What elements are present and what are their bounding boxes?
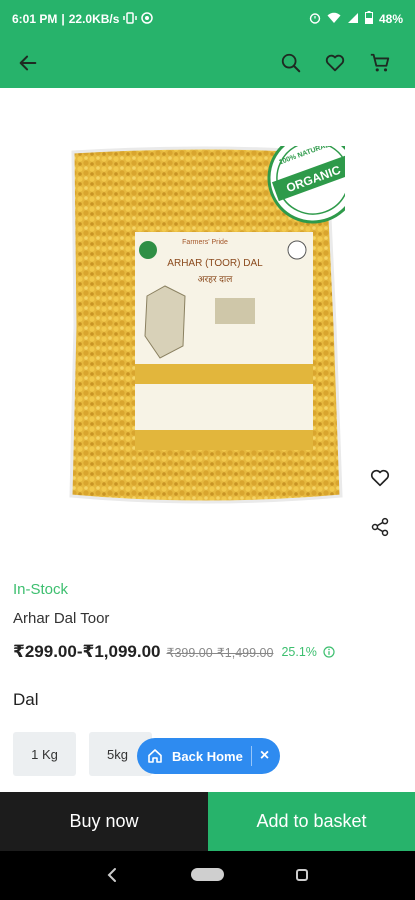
battery-level: 48% — [378, 12, 403, 26]
back-arrow-icon[interactable] — [15, 50, 41, 76]
back-home-divider — [250, 746, 252, 766]
package-brand: Farmers' Pride — [182, 239, 228, 246]
status-bar: 6:01 PM | 22.0KB/s 48% — [0, 0, 415, 38]
add-to-basket-button[interactable]: Add to basket — [208, 792, 415, 851]
nav-back-icon[interactable] — [104, 867, 120, 888]
info-icon[interactable] — [323, 646, 335, 658]
data-saver-icon — [141, 11, 154, 27]
app-bar — [0, 38, 415, 88]
back-home-button[interactable]: Back Home × — [137, 738, 280, 774]
mrp-price: ₹399.00-₹1,499.00 — [166, 645, 274, 660]
buy-now-button[interactable]: Buy now — [0, 792, 208, 851]
close-icon[interactable]: × — [260, 747, 269, 765]
system-nav-bar — [0, 851, 415, 900]
bottom-action-bar: Buy now Add to basket — [0, 792, 415, 851]
home-icon — [147, 748, 163, 764]
status-speed: 22.0KB/s — [68, 12, 120, 26]
alarm-icon — [309, 12, 321, 27]
battery-icon — [364, 11, 373, 27]
signal-icon — [347, 12, 359, 27]
vibrate-icon — [123, 11, 138, 27]
nav-home-icon[interactable] — [191, 868, 224, 881]
package-title-hindi: अरहर दाल — [198, 274, 234, 284]
price: ₹299.00-₹1,099.00 — [13, 642, 161, 661]
discount: 25.1% — [281, 645, 317, 659]
status-time: 6:01 PM — [12, 12, 58, 26]
status-right: 48% — [309, 11, 403, 27]
status-left: 6:01 PM | 22.0KB/s — [12, 11, 154, 27]
heart-icon[interactable] — [322, 50, 348, 76]
share-icon[interactable] — [366, 513, 394, 541]
product-image: Farmers' Pride ARHAR (TOOR) DAL अरहर दाल… — [65, 132, 359, 514]
variant-title: Dal — [13, 690, 39, 709]
wishlist-heart-icon[interactable] — [366, 464, 394, 492]
product-name: Arhar Dal Toor — [13, 610, 110, 627]
package-title: ARHAR (TOOR) DAL — [167, 258, 263, 269]
search-icon[interactable] — [278, 50, 304, 76]
back-home-label: Back Home — [172, 748, 243, 764]
variant-option-1kg[interactable]: 1 Kg — [13, 732, 76, 776]
cart-icon[interactable] — [367, 50, 393, 76]
price-row: ₹299.00-₹1,099.00 ₹399.00-₹1,499.00 25.1… — [13, 642, 403, 662]
wifi-icon — [327, 12, 341, 27]
stock-status: In-Stock — [13, 581, 69, 598]
nav-recents-icon[interactable] — [295, 868, 309, 887]
